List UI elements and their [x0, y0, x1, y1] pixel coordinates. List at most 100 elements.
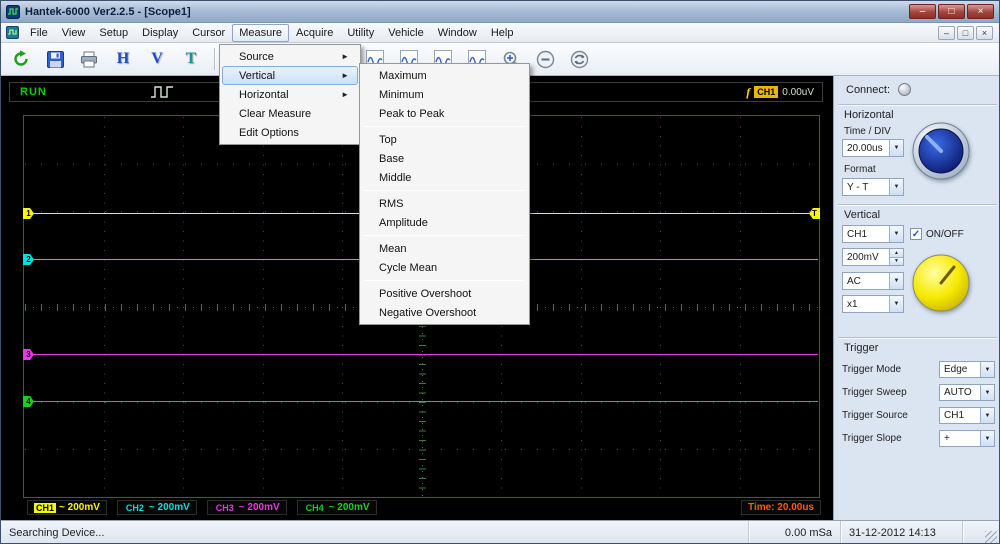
mdi-close-button[interactable]: × [976, 26, 993, 40]
menu-item-label: Source [239, 51, 274, 63]
status-bar: Searching Device... 0.00 mSa 31-12-2012 … [1, 520, 999, 544]
channel-select[interactable]: CH1 [842, 225, 904, 243]
dropdown-arrow-icon[interactable] [980, 408, 994, 423]
menu-vertical-amplitude[interactable]: Amplitude [362, 213, 527, 232]
coupling-select[interactable]: AC [842, 272, 904, 290]
menu-measure-source[interactable]: Source► [222, 47, 358, 66]
menu-window[interactable]: Window [431, 24, 484, 42]
dropdown-arrow-icon[interactable] [889, 179, 903, 195]
volts-div-knob[interactable] [912, 254, 970, 312]
checkbox-check-icon[interactable] [910, 228, 922, 240]
mdi-restore-button[interactable]: □ [957, 26, 974, 40]
dropdown-arrow-icon[interactable] [980, 385, 994, 400]
channel-badge: CH2 [124, 503, 146, 513]
menu-view[interactable]: View [55, 24, 93, 42]
close-button[interactable]: × [967, 4, 994, 19]
menu-vertical-negative-overshoot[interactable]: Negative Overshoot [362, 303, 527, 322]
datetime: 31-12-2012 14:13 [841, 521, 963, 544]
panel-separator [838, 337, 997, 339]
statusbar-end [963, 521, 999, 544]
menu-setup[interactable]: Setup [92, 24, 135, 42]
menu-vertical-minimum[interactable]: Minimum [362, 85, 527, 104]
channel-status-ch4[interactable]: CH4~ 200mV [297, 500, 377, 515]
minimize-button[interactable]: – [909, 4, 936, 19]
channel-marker-ch4[interactable]: 4 [23, 396, 34, 407]
connect-refresh-icon[interactable] [7, 46, 35, 72]
sync-icon[interactable] [565, 46, 593, 72]
channel-marker-ch3[interactable]: 3 [23, 349, 34, 360]
probe-select[interactable]: x1 [842, 295, 904, 313]
time-div-label: Time / DIV [844, 126, 891, 137]
trace-ch4 [25, 401, 818, 402]
dropdown-arrow-icon[interactable] [889, 296, 903, 312]
menu-utility[interactable]: Utility [340, 24, 381, 42]
trigger-position-marker[interactable]: T [809, 208, 820, 219]
menu-measure-edit-options[interactable]: Edit Options [222, 123, 358, 142]
channel-onoff-checkbox[interactable]: ON/OFF [910, 228, 964, 240]
vertical-panel-icon[interactable]: V [143, 46, 171, 72]
menu-vertical-middle[interactable]: Middle [362, 168, 527, 187]
channel-status-ch2[interactable]: CH2~ 200mV [117, 500, 197, 515]
menu-cursor[interactable]: Cursor [185, 24, 232, 42]
trigger-sweep-select[interactable]: AUTO [939, 384, 995, 401]
trigger-row-label: Trigger Mode [842, 364, 901, 375]
maximize-button[interactable]: □ [938, 4, 965, 19]
trigger-channel-badge: CH1 [754, 86, 778, 98]
time-base-readout[interactable]: Time: 20.00us [741, 500, 821, 515]
channel-status-ch3[interactable]: CH3~ 200mV [207, 500, 287, 515]
menu-vertical-top[interactable]: Top [362, 130, 527, 149]
time-div-select[interactable]: 20.00us [842, 139, 904, 157]
menu-vertical-maximum[interactable]: Maximum [362, 66, 527, 85]
menu-measure-horizontal[interactable]: Horizontal► [222, 85, 358, 104]
menu-acquire[interactable]: Acquire [289, 24, 340, 42]
menu-vehicle[interactable]: Vehicle [381, 24, 430, 42]
menu-measure-vertical[interactable]: Vertical► [222, 66, 358, 85]
format-select[interactable]: Y - T [842, 178, 904, 196]
save-icon[interactable] [41, 46, 69, 72]
menu-item-label: Mean [379, 243, 407, 255]
menu-measure[interactable]: Measure [232, 24, 289, 42]
menu-display[interactable]: Display [135, 24, 185, 42]
menu-help[interactable]: Help [484, 24, 521, 42]
dropdown-arrow-icon[interactable] [889, 273, 903, 289]
trigger-mode-select[interactable]: Edge [939, 361, 995, 378]
menu-vertical-peak-to-peak[interactable]: Peak to Peak [362, 104, 527, 123]
channel-status-ch1[interactable]: CH1~ 200mV [27, 500, 107, 515]
menu-item-label: Amplitude [379, 217, 428, 229]
volts-scale-spinner[interactable]: 200mV ▲ ▼ [842, 248, 904, 266]
menu-vertical-cycle-mean[interactable]: Cycle Mean [362, 258, 527, 277]
resize-grip[interactable] [985, 531, 997, 543]
trigger-panel-icon[interactable]: T [177, 46, 205, 72]
dropdown-arrow-icon[interactable] [889, 226, 903, 242]
menu-measure-clear-measure[interactable]: Clear Measure [222, 104, 358, 123]
trigger-slope-select[interactable]: + [939, 430, 995, 447]
trigger-row-label: Trigger Slope [842, 433, 902, 444]
menu-vertical-base[interactable]: Base [362, 149, 527, 168]
menu-vertical-mean[interactable]: Mean [362, 239, 527, 258]
time-div-knob[interactable] [912, 122, 970, 180]
channel-marker-ch2[interactable]: 2 [23, 254, 34, 265]
dropdown-arrow-icon[interactable] [889, 140, 903, 156]
menu-item-label: Clear Measure [239, 108, 311, 120]
menu-file[interactable]: File [23, 24, 55, 42]
dropdown-arrow-icon[interactable] [980, 431, 994, 446]
dropdown-arrow-icon[interactable] [980, 362, 994, 377]
horizontal-panel-icon[interactable]: H [109, 46, 137, 72]
trigger-source-select[interactable]: CH1 [939, 407, 995, 424]
trigger-row-label: Trigger Sweep [842, 387, 907, 398]
vertical-section-title: Vertical [844, 209, 880, 221]
sample-rate: 0.00 mSa [749, 521, 841, 544]
menu-item-label: Maximum [379, 70, 427, 82]
channel-badge: CH4 [304, 503, 326, 513]
spin-down-icon[interactable]: ▼ [890, 258, 903, 266]
menu-vertical-rms[interactable]: RMS [362, 194, 527, 213]
probe-value: x1 [843, 299, 889, 310]
menu-vertical-positive-overshoot[interactable]: Positive Overshoot [362, 284, 527, 303]
zoom-out-icon[interactable] [531, 46, 559, 72]
app-icon [6, 5, 20, 19]
channel-scale-value: ~ 200mV [59, 502, 100, 513]
spin-up-icon[interactable]: ▲ [890, 249, 903, 258]
print-icon[interactable] [75, 46, 103, 72]
mdi-minimize-button[interactable]: – [938, 26, 955, 40]
channel-marker-ch1[interactable]: 1 [23, 208, 34, 219]
